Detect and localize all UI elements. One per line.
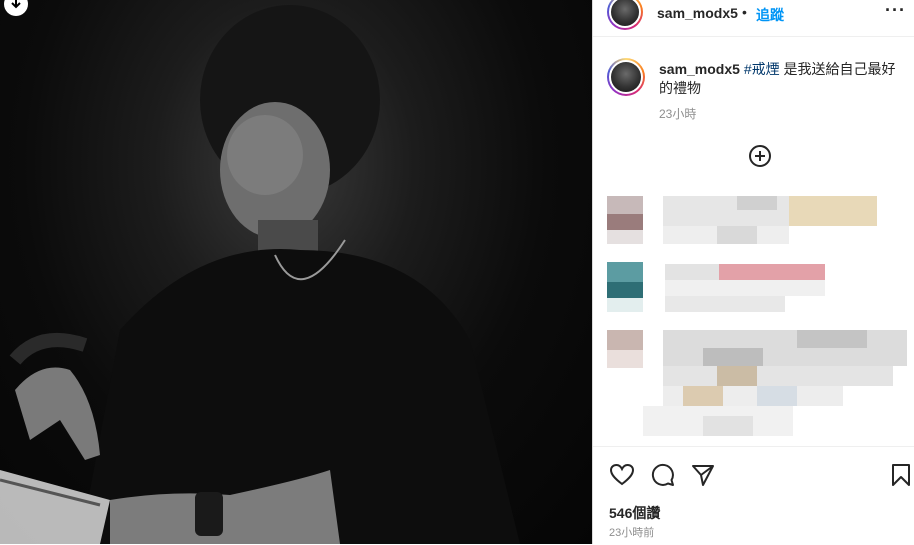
hashtag-link[interactable]: #戒煙: [744, 61, 780, 77]
download-icon: [11, 0, 21, 9]
bookmark-icon[interactable]: [891, 463, 911, 487]
heart-icon[interactable]: [609, 463, 635, 487]
posted-time: 23小時前: [609, 527, 655, 539]
post-actions: 546個讚 23小時前: [593, 446, 914, 545]
follow-button[interactable]: 追蹤: [756, 5, 784, 25]
more-options-icon[interactable]: ···: [885, 0, 906, 21]
post-photo[interactable]: [0, 0, 592, 544]
pixelated-comment-2: [607, 262, 827, 314]
send-icon[interactable]: [691, 463, 715, 487]
post-header: sam_modx5 • 追蹤 ···: [593, 0, 914, 37]
post-age: 23小時: [659, 107, 697, 121]
pixelated-comment-3: [607, 330, 907, 440]
like-count[interactable]: 546個讚: [609, 503, 660, 523]
pixelated-comment-1: [607, 196, 877, 246]
photo-illustration: [0, 5, 520, 544]
add-circle-icon[interactable]: [749, 145, 771, 167]
post-sidebar: sam_modx5 • 追蹤 ··· sam_modx5 #戒煙 是我送給自己最…: [592, 0, 914, 544]
author-username[interactable]: sam_modx5: [657, 5, 738, 21]
caption-avatar[interactable]: [607, 58, 645, 96]
comment-icon[interactable]: [651, 463, 675, 487]
author-avatar[interactable]: [607, 0, 643, 30]
header-separator: •: [742, 4, 747, 20]
caption-username[interactable]: sam_modx5: [659, 61, 740, 77]
post-caption: sam_modx5 #戒煙 是我送給自己最好的禮物: [659, 60, 899, 98]
